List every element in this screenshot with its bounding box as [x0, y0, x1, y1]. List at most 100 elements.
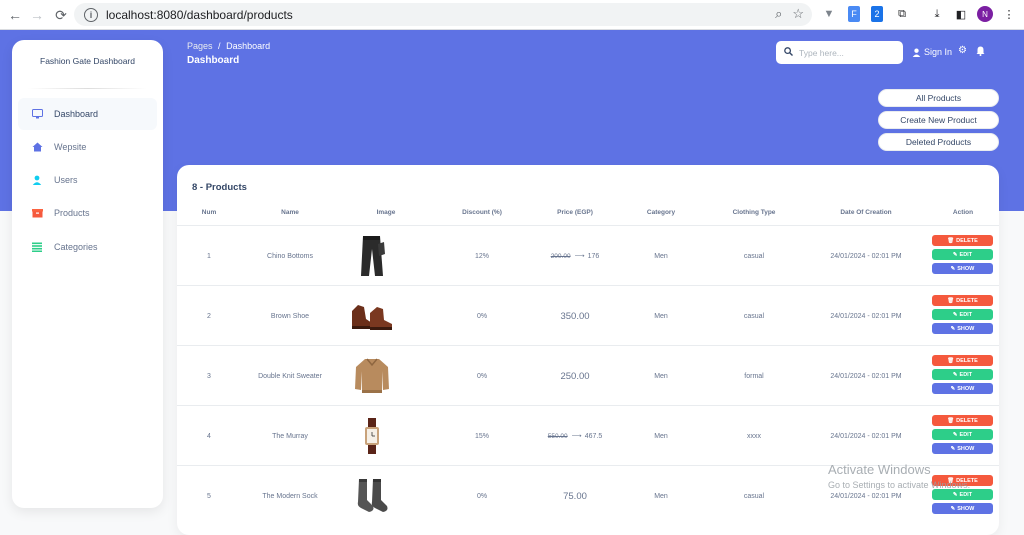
edit-label: EDIT [959, 431, 973, 438]
delete-button[interactable]: 🗑 DELETE [932, 235, 993, 246]
product-image-watch [362, 406, 382, 466]
delete-label: DELETE [956, 417, 978, 424]
extension-two-icon[interactable]: 2 [871, 6, 883, 22]
breadcrumb: Pages / Dashboard [187, 41, 270, 51]
price-arrow: ⟶ [574, 253, 585, 260]
edit-button[interactable]: ✎ EDIT [932, 369, 993, 380]
sidebar-item-users[interactable]: Users [18, 164, 157, 196]
trash-icon: 🗑 [947, 297, 955, 304]
show-button[interactable]: ✎ SHOW [932, 503, 993, 514]
old-price: 200.00 [550, 252, 571, 260]
search-icon [784, 47, 793, 58]
cell-date: 24/01/2024 - 02:01 PM [830, 432, 902, 440]
pencil-icon: ✎ [952, 251, 958, 258]
user-icon [31, 174, 43, 186]
forward-icon[interactable]: → [26, 4, 48, 26]
sidebar-divider [28, 88, 147, 89]
cell-price: 550.00 ⟶ 467.5 [548, 406, 602, 466]
col-header-action: Action [952, 209, 974, 216]
zoom-icon[interactable]: ⌕ [775, 6, 782, 22]
cell-price: 200.00 ⟶ 176 [551, 226, 600, 286]
delete-button[interactable]: 🗑 DELETE [932, 355, 993, 366]
bookmark-star-icon[interactable]: ☆ [792, 6, 804, 22]
sidebar-item-label: Dashboard [54, 109, 99, 119]
deleted-products-button[interactable]: Deleted Products [878, 133, 999, 151]
show-button[interactable]: ✎ SHOW [932, 263, 993, 274]
col-header-name: Name [281, 209, 299, 216]
cell-category: Men [654, 252, 668, 260]
new-price: 176 [587, 252, 600, 260]
cell-clothing-type: casual [743, 312, 765, 320]
delete-button[interactable]: 🗑 DELETE [932, 295, 993, 306]
cell-clothing-type: xxxx [747, 432, 761, 440]
profile-avatar[interactable]: N [977, 6, 993, 22]
search-input[interactable]: Type here... [776, 41, 903, 64]
menu-kebab-icon[interactable]: ⋮ [1004, 6, 1015, 22]
edit-label: EDIT [959, 251, 973, 258]
box-icon [31, 207, 43, 219]
show-button[interactable]: ✎ SHOW [932, 443, 993, 454]
sidebar-item-label: Users [54, 175, 78, 185]
delete-label: DELETE [956, 357, 978, 364]
edit-button[interactable]: ✎ EDIT [932, 309, 993, 320]
all-products-button[interactable]: All Products [878, 89, 999, 107]
sidebar-item-label: Wepsite [54, 142, 87, 152]
show-button[interactable]: ✎ SHOW [932, 323, 993, 334]
sidebar-item-dashboard[interactable]: Dashboard [18, 98, 157, 130]
edit-button[interactable]: ✎ EDIT [932, 429, 993, 440]
cell-date: 24/01/2024 - 02:01 PM [830, 312, 902, 320]
cell-discount: 15% [474, 432, 490, 440]
create-product-button[interactable]: Create New Product [878, 111, 999, 129]
col-header-category: Category [646, 209, 676, 216]
cell-category: Men [654, 492, 668, 500]
table-row: 4 The Murray 15% 550.00 ⟶ 467.5 Men xxxx… [177, 405, 999, 465]
breadcrumb-root[interactable]: Pages [187, 41, 213, 51]
extension-translate-icon[interactable]: F [848, 6, 860, 22]
pencil-icon: ✎ [952, 371, 958, 378]
cell-discount: 0% [476, 492, 488, 500]
extension-vue-icon[interactable]: ▼ [822, 6, 836, 22]
cell-discount: 0% [476, 372, 488, 380]
delete-button[interactable]: 🗑 DELETE [932, 415, 993, 426]
edit-label: EDIT [959, 491, 973, 498]
sidebar-item-categories[interactable]: Categories [18, 231, 157, 263]
product-image-shoes [350, 286, 394, 346]
cell-clothing-type: casual [743, 492, 765, 500]
bell-icon[interactable] [976, 46, 986, 56]
cell-name: Brown Shoe [270, 312, 310, 320]
extensions-puzzle-icon[interactable]: ⧉ [895, 6, 909, 22]
address-bar[interactable]: i localhost:8080/dashboard/products ⌕ ☆ [74, 3, 812, 26]
product-image-socks [353, 466, 391, 526]
sidebar-item-website[interactable]: Wepsite [18, 131, 157, 163]
edit-button[interactable]: ✎ EDIT [932, 489, 993, 500]
show-label: SHOW [957, 385, 975, 392]
sidepanel-icon[interactable]: ◧ [954, 6, 968, 22]
home-icon [31, 141, 43, 153]
pencil-icon: ✎ [952, 491, 958, 498]
site-info-icon[interactable]: i [84, 7, 98, 22]
download-icon[interactable]: ⤓ [930, 6, 944, 22]
edit-button[interactable]: ✎ EDIT [932, 249, 993, 260]
sidebar-item-label: Products [54, 208, 90, 218]
cell-date: 24/01/2024 - 02:01 PM [830, 372, 902, 380]
old-price: 550.00 [547, 432, 568, 440]
monitor-icon [31, 108, 43, 120]
sidebar-item-products[interactable]: Products [18, 197, 157, 229]
cell-category: Men [654, 372, 668, 380]
list-icon [31, 241, 43, 253]
signin-link[interactable]: Sign In [912, 47, 952, 57]
brand-name[interactable]: Fashion Gate Dashboard [12, 56, 163, 66]
new-price: 467.5 [584, 432, 603, 440]
activate-windows-title: Activate Windows [828, 462, 931, 477]
show-button[interactable]: ✎ SHOW [932, 383, 993, 394]
cell-date: 24/01/2024 - 02:01 PM [830, 252, 902, 260]
cell-price: 250.00 [560, 346, 589, 406]
back-icon[interactable]: ← [4, 4, 26, 26]
col-header-image: Image [376, 209, 396, 216]
new-price: 250.00 [560, 370, 590, 382]
reload-icon[interactable]: ⟳ [50, 4, 72, 26]
gear-icon[interactable]: ⚙ [958, 46, 968, 56]
browser-toolbar: ← → ⟳ i localhost:8080/dashboard/product… [0, 0, 1024, 30]
pencil-icon: ✎ [950, 325, 956, 332]
pencil-icon: ✎ [952, 311, 958, 318]
